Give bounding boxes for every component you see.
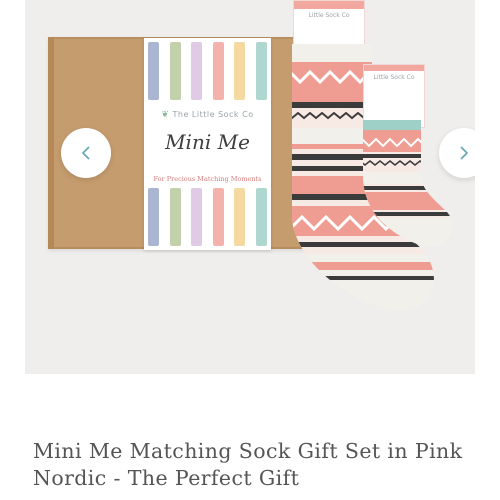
sock-tag-brand: Little Sock Co: [308, 12, 350, 19]
sleeve-brand-text: The Little Sock Co: [172, 110, 254, 119]
child-sock-tag: Little Sock Co: [363, 64, 425, 128]
sleeve-stripe: [234, 188, 246, 246]
carousel-prev-button[interactable]: [61, 128, 111, 178]
gift-box-sleeve: ❦ The Little Sock Co Mini Me For Preciou…: [144, 38, 271, 250]
sleeve-stripes-bottom: [148, 188, 267, 246]
sock-tag-cap: [294, 1, 364, 9]
sock-tag-brand: Little Sock Co: [373, 74, 415, 81]
product-image-gallery: ❦ The Little Sock Co Mini Me For Preciou…: [25, 0, 475, 374]
sleeve-stripe: [212, 188, 224, 246]
product-page: ❦ The Little Sock Co Mini Me For Preciou…: [0, 0, 500, 500]
sleeve-stripes-top: [148, 42, 267, 100]
gift-box-edge: [48, 37, 54, 249]
leaf-icon: ❦: [161, 110, 170, 120]
chevron-right-icon: [460, 146, 468, 160]
sleeve-product-name: Mini Me: [165, 130, 250, 154]
product-title: Mini Me Matching Sock Gift Set in Pink N…: [33, 439, 463, 490]
sleeve-stripe: [212, 42, 224, 100]
sleeve-stripe: [191, 188, 203, 246]
sleeve-brand: ❦ The Little Sock Co: [144, 110, 271, 120]
sleeve-stripe: [234, 42, 246, 100]
sleeve-stripe: [255, 42, 267, 100]
sleeve-stripe: [191, 42, 203, 100]
child-sock: [363, 120, 453, 247]
sleeve-stripe: [148, 188, 159, 246]
sleeve-stripe: [255, 188, 267, 246]
chevron-left-icon: [82, 146, 90, 160]
sleeve-tagline: For Precious Matching Moments: [153, 175, 262, 183]
sock-tag-cap: [364, 65, 424, 71]
sleeve-stripe: [169, 42, 181, 100]
sleeve-stripe: [169, 188, 181, 246]
sleeve-stripe: [148, 42, 159, 100]
